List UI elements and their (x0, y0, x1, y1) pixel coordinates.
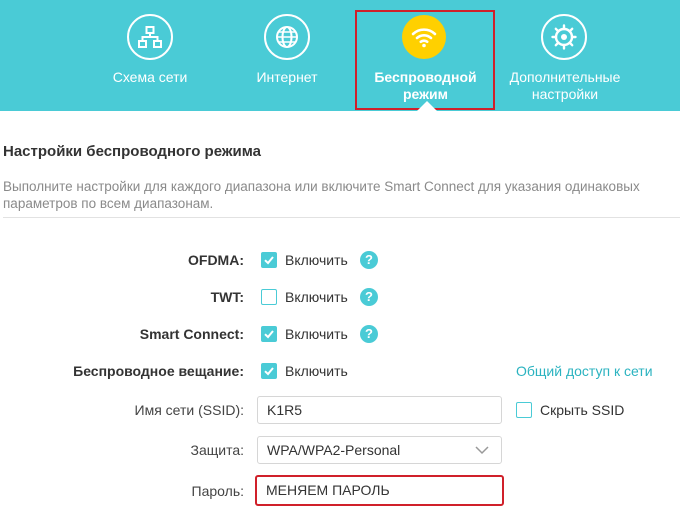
nav-internet-label: Интернет (256, 69, 318, 85)
ssid-label: Имя сети (SSID): (134, 402, 245, 418)
globe-icon (264, 14, 310, 60)
smart-connect-option-label: Включить (285, 326, 348, 342)
section-title: Настройки беспроводного режима (3, 143, 261, 160)
password-label: Пароль: (191, 483, 244, 499)
smart-connect-help-icon[interactable]: ? (360, 325, 378, 343)
nav-advanced-settings-label: Дополнительные настройки (509, 69, 621, 102)
security-label: Защита: (190, 442, 244, 458)
ofdma-label: OFDMA: (188, 252, 244, 268)
twt-option-label: Включить (285, 289, 348, 305)
broadcast-option-label: Включить (285, 363, 348, 379)
broadcast-label: Беспроводное вещание: (73, 363, 244, 379)
nav-internet[interactable]: Интернет (227, 0, 347, 111)
active-tab-pointer (417, 101, 437, 111)
twt-label: TWT: (210, 289, 244, 305)
smart-connect-label: Smart Connect: (139, 326, 244, 342)
wifi-icon (402, 15, 446, 59)
smart-connect-checkbox[interactable] (261, 326, 277, 342)
password-input[interactable]: МЕНЯЕМ ПАРОЛЬ (257, 477, 502, 505)
hide-ssid-checkbox[interactable] (516, 402, 532, 418)
network-topology-icon (127, 14, 173, 60)
nav-network-map[interactable]: Схема сети (90, 0, 210, 111)
check-icon (264, 367, 274, 376)
ofdma-option-label: Включить (285, 252, 348, 268)
twt-help-icon[interactable]: ? (360, 288, 378, 306)
security-select[interactable]: WPA/WPA2-Personal (257, 436, 502, 464)
ssid-input[interactable]: K1R5 (257, 396, 502, 424)
top-navigation: Схема сети Интернет Беспроводной режим Д… (0, 0, 680, 111)
nav-network-map-label: Схема сети (112, 69, 188, 85)
network-sharing-link[interactable]: Общий доступ к сети (516, 363, 653, 379)
nav-advanced-settings[interactable]: Дополнительные настройки (500, 0, 630, 111)
chevron-down-icon (475, 446, 489, 455)
section-description: Выполните настройки для каждого диапазон… (3, 179, 640, 211)
check-icon (264, 256, 274, 265)
nav-wireless-label: Беспроводной режим (374, 69, 477, 102)
gear-icon (541, 14, 587, 60)
divider (3, 217, 680, 218)
broadcast-checkbox[interactable] (261, 363, 277, 379)
ofdma-checkbox[interactable] (261, 252, 277, 268)
nav-wireless[interactable]: Беспроводной режим (358, 0, 493, 111)
security-selected-value: WPA/WPA2-Personal (267, 442, 401, 458)
hide-ssid-label: Скрыть SSID (540, 402, 625, 418)
check-icon (264, 330, 274, 339)
twt-checkbox[interactable] (261, 289, 277, 305)
ofdma-help-icon[interactable]: ? (360, 251, 378, 269)
